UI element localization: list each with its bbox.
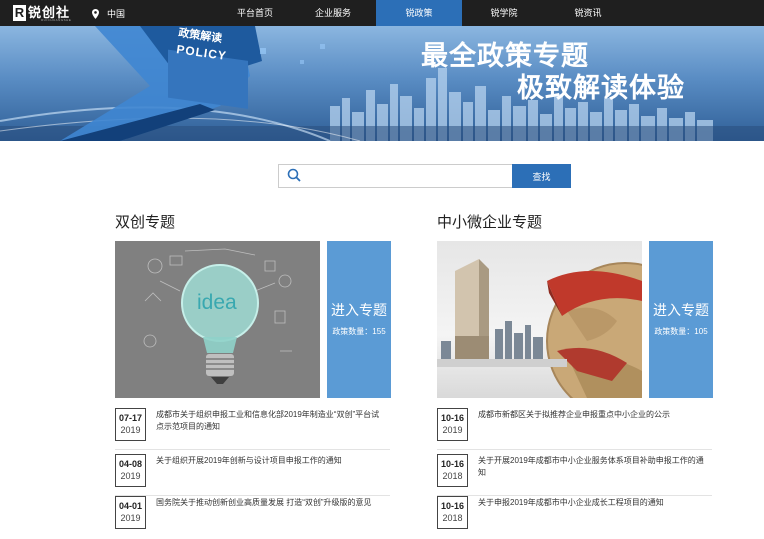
globe-buildings-illustration <box>437 259 642 398</box>
date-month-day: 04-08 <box>118 459 143 469</box>
lightbulb-idea-illustration: idea <box>143 248 292 384</box>
nav-academy[interactable]: 锐学院 <box>462 0 546 26</box>
location-label: 中国 <box>107 9 126 19</box>
search-icon <box>287 168 301 182</box>
date-badge: 04-08 2019 <box>115 454 146 487</box>
news-title[interactable]: 关于申报2019年成都市中小企业成长工程项目的通知 <box>478 497 708 509</box>
date-month-day: 10-16 <box>440 413 465 423</box>
news-item[interactable]: 07-17 2019 成都市关于组织申报工业和信息化部2019年制造业“双创”平… <box>115 408 390 450</box>
news-title[interactable]: 国务院关于推动创新创业高质量发展 打造“双创”升级版的意见 <box>156 497 386 509</box>
news-title[interactable]: 成都市关于组织申报工业和信息化部2019年制造业“双创”平台试点示范项目的通知 <box>156 409 386 433</box>
section-title-sme: 中小微企业专题 <box>437 214 543 231</box>
top-nav-bar: R 锐创社 RUICHUANGSHE 中国 平台首页 企业服务 锐政策 锐学院 … <box>0 0 764 26</box>
date-badge: 07-17 2019 <box>115 408 146 441</box>
policy-banner: 政策解读 POLICY 最全政策专题 极致解读体验 <box>0 26 764 141</box>
sme-topic-image[interactable] <box>437 241 642 398</box>
logo-mark: R <box>13 5 26 21</box>
date-year: 2019 <box>120 471 141 481</box>
nav-policy[interactable]: 锐政策 <box>376 0 462 26</box>
location-pin-icon <box>92 8 99 19</box>
nav-enterprise-services[interactable]: 企业服务 <box>290 0 376 26</box>
nav-home[interactable]: 平台首页 <box>220 0 290 26</box>
innovation-topic-image[interactable]: idea <box>115 241 320 398</box>
date-year: 2019 <box>120 513 141 523</box>
section-title-innovation: 双创专题 <box>115 214 176 231</box>
date-year: 2019 <box>120 425 141 435</box>
sme-enter-topic-panel[interactable]: 进入专题 政策数量：105 <box>649 241 713 398</box>
news-item[interactable]: 10-16 2019 成都市新都区关于拟推荐企业申报重点中小企业的公示 <box>437 408 712 450</box>
panel-policy-count: 政策数量：155 <box>332 327 386 336</box>
news-item[interactable]: 04-01 2019 国务院关于推动创新创业高质量发展 打造“双创”升级版的意见 <box>115 496 390 538</box>
date-year: 2019 <box>442 425 463 435</box>
site-logo[interactable]: R 锐创社 RUICHUANGSHE <box>13 5 72 22</box>
date-month-day: 10-16 <box>440 501 465 511</box>
banner-title-line2: 极致解读体验 <box>517 73 685 103</box>
nav-news[interactable]: 锐资讯 <box>546 0 630 26</box>
main-nav: 平台首页 企业服务 锐政策 锐学院 锐资讯 <box>220 0 630 26</box>
date-month-day: 07-17 <box>118 413 143 423</box>
news-title[interactable]: 成都市新都区关于拟推荐企业申报重点中小企业的公示 <box>478 409 708 421</box>
search-button[interactable]: 查找 <box>512 164 571 188</box>
idea-word: idea <box>197 291 237 314</box>
logo-subtext: RUICHUANGSHE <box>41 18 72 22</box>
date-month-day: 10-16 <box>440 459 465 469</box>
news-title[interactable]: 关于开展2019年成都市中小企业服务体系项目补助申报工作的通知 <box>478 455 708 479</box>
date-year: 2018 <box>442 471 463 481</box>
policy-search-input[interactable] <box>278 164 512 188</box>
news-item[interactable]: 10-16 2018 关于申报2019年成都市中小企业成长工程项目的通知 <box>437 496 712 538</box>
location-selector[interactable]: 中国 <box>92 7 125 20</box>
date-badge: 10-16 2018 <box>437 496 468 529</box>
date-month-day: 04-01 <box>118 501 143 511</box>
innovation-enter-topic-panel[interactable]: 进入专题 政策数量：155 <box>327 241 391 398</box>
date-year: 2018 <box>442 513 463 523</box>
date-badge: 04-01 2019 <box>115 496 146 529</box>
news-title[interactable]: 关于组织开展2019年创新与设计项目申报工作的通知 <box>156 455 386 467</box>
date-badge: 10-16 2018 <box>437 454 468 487</box>
panel-policy-count: 政策数量：105 <box>654 327 708 336</box>
news-item[interactable]: 10-16 2018 关于开展2019年成都市中小企业服务体系项目补助申报工作的… <box>437 454 712 496</box>
date-badge: 10-16 2019 <box>437 408 468 441</box>
panel-enter-label: 进入专题 <box>331 302 387 318</box>
news-item[interactable]: 04-08 2019 关于组织开展2019年创新与设计项目申报工作的通知 <box>115 454 390 496</box>
panel-enter-label: 进入专题 <box>653 302 709 318</box>
